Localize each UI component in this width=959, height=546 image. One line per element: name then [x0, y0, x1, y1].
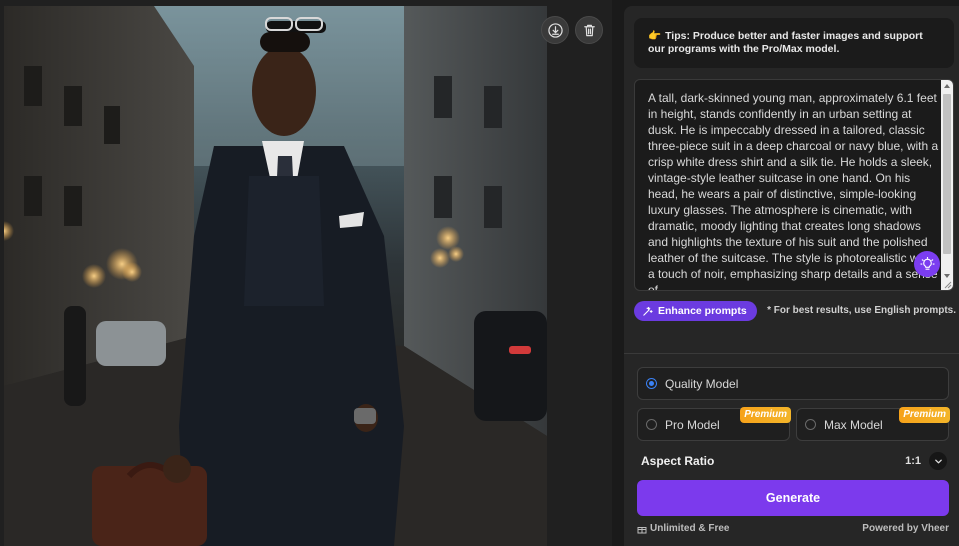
- pointing-hand-icon: 👉: [648, 30, 662, 42]
- generate-button[interactable]: Generate: [637, 480, 949, 516]
- generated-image[interactable]: [4, 6, 547, 546]
- magic-wand-icon: [643, 306, 653, 316]
- pro-premium-badge: Premium: [740, 407, 791, 423]
- english-prompt-hint: * For best results, use English prompts.: [767, 305, 956, 316]
- pro-model-label: Pro Model: [665, 417, 720, 432]
- quality-model-radio[interactable]: [646, 378, 657, 389]
- max-premium-badge: Premium: [899, 407, 950, 423]
- download-button[interactable]: [541, 16, 569, 44]
- unlimited-free-label: Unlimited & Free: [650, 523, 730, 534]
- generated-image-illustration: [4, 6, 547, 546]
- pro-model-option[interactable]: Pro Model Premium: [637, 407, 791, 441]
- lightbulb-icon: [919, 256, 935, 270]
- tips-banner: 👉 Tips: Produce better and faster images …: [634, 18, 954, 68]
- trash-icon: [583, 24, 595, 36]
- max-model-radio[interactable]: [805, 419, 816, 430]
- delete-button[interactable]: [575, 16, 603, 44]
- aspect-ratio-label: Aspect Ratio: [641, 454, 715, 468]
- enhance-prompts-button[interactable]: Enhance prompts: [634, 301, 757, 321]
- tips-text: Tips: Produce better and faster images a…: [648, 30, 923, 55]
- quality-model-label: Quality Model: [665, 376, 739, 391]
- panel-footer: Unlimited & Free Powered by Vheer: [637, 523, 949, 535]
- max-model-label: Max Model: [824, 417, 883, 432]
- download-icon: [547, 22, 563, 38]
- quality-model-option[interactable]: Quality Model: [637, 367, 949, 400]
- enhance-row: Enhance prompts * For best results, use …: [634, 301, 956, 321]
- unlimited-free-note: Unlimited & Free: [637, 523, 729, 534]
- control-panel: 👉 Tips: Produce better and faster images …: [624, 6, 959, 546]
- aspect-ratio-dropdown[interactable]: [929, 452, 947, 470]
- resize-grip-icon[interactable]: [942, 279, 952, 289]
- pro-model-radio[interactable]: [646, 419, 657, 430]
- prompt-textarea[interactable]: A tall, dark-skinned young man, approxim…: [634, 79, 954, 291]
- section-divider: [624, 353, 959, 354]
- scroll-up-arrow-icon[interactable]: [944, 84, 950, 88]
- scroll-thumb[interactable]: [943, 94, 951, 254]
- aspect-ratio-row: Aspect Ratio 1:1: [641, 451, 947, 471]
- max-model-option[interactable]: Max Model Premium: [796, 407, 950, 441]
- gift-icon: [637, 526, 647, 533]
- scroll-down-arrow-icon[interactable]: [944, 274, 950, 278]
- image-canvas: [0, 0, 612, 546]
- aspect-ratio-value[interactable]: 1:1: [905, 455, 921, 467]
- prompt-ideas-button[interactable]: [914, 251, 940, 277]
- prompt-scrollbar[interactable]: [941, 80, 953, 290]
- prompt-text[interactable]: A tall, dark-skinned young man, approxim…: [648, 90, 940, 290]
- image-actions: [541, 16, 603, 44]
- enhance-prompts-label: Enhance prompts: [658, 305, 747, 317]
- powered-by-label: Powered by Vheer: [862, 523, 949, 534]
- chevron-down-icon: [934, 459, 942, 463]
